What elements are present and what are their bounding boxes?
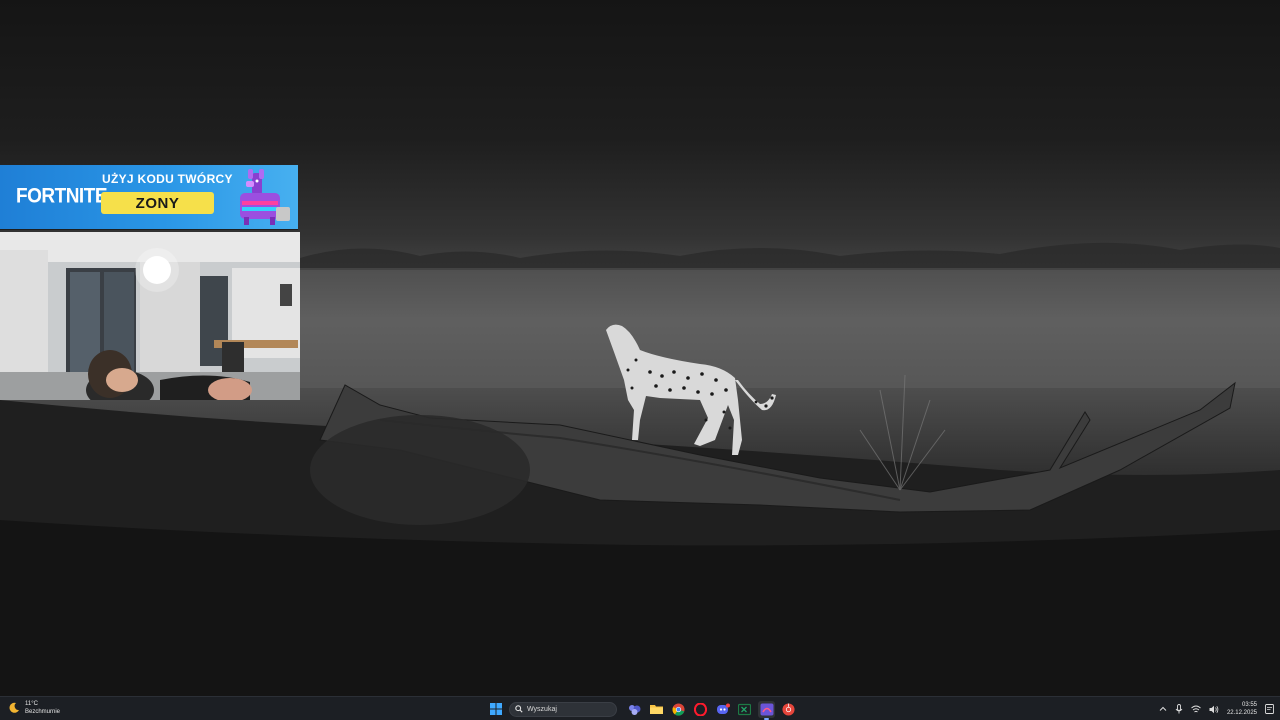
clock-date: 22.12.2025 <box>1226 710 1257 716</box>
taskbar-apps: Wyszukaj <box>487 699 797 720</box>
discord-app[interactable] <box>714 701 731 718</box>
search-placeholder: Wyszukaj <box>527 705 557 713</box>
moon-icon <box>9 702 19 713</box>
teams-app[interactable] <box>626 701 643 718</box>
weather-widget[interactable]: 11°C Bezchmurnie <box>8 700 60 716</box>
weather-temperature: 11°C <box>25 701 38 707</box>
chrome-app[interactable] <box>670 701 687 718</box>
volume-icon[interactable] <box>1209 705 1219 714</box>
search-box[interactable]: Wyszukaj <box>509 701 617 717</box>
desktop-wallpaper: FORTNITE UŻYJ KODU TWÓRCY ZONY <box>0 0 1280 696</box>
clock-time: 03:55 <box>1241 702 1257 708</box>
webcam-image <box>0 232 300 400</box>
discord-icon <box>716 703 730 714</box>
chrome-red-icon <box>782 702 795 716</box>
weather-condition: Bezchmurnie <box>25 709 61 715</box>
start-button[interactable] <box>487 701 504 718</box>
chrome-alt-app[interactable] <box>780 701 797 718</box>
taskbar: 11°C Bezchmurnie Wyszukaj 03:55 22.12.20… <box>0 696 1280 720</box>
chevron-up-icon[interactable] <box>1159 705 1167 713</box>
excel-icon <box>738 703 751 715</box>
system-tray: 03:55 22.12.2025 <box>1159 700 1274 718</box>
stream-app-icon <box>760 703 773 715</box>
llama-icon <box>240 169 290 225</box>
file-explorer-app[interactable] <box>648 701 665 718</box>
creator-code-heading: UŻYJ KODU TWÓRCY <box>102 172 233 186</box>
notification-icon[interactable] <box>1265 704 1274 714</box>
chrome-icon <box>672 702 685 716</box>
windows-logo-icon <box>489 703 502 715</box>
webcam-feed <box>0 232 300 400</box>
stream-app[interactable] <box>758 700 775 720</box>
clock[interactable]: 03:55 22.12.2025 <box>1227 701 1257 717</box>
opera-icon <box>694 702 707 716</box>
network-icon[interactable] <box>1191 705 1201 714</box>
creator-code-value: ZONY <box>101 192 214 214</box>
creator-code-banner: FORTNITE UŻYJ KODU TWÓRCY ZONY <box>0 165 298 229</box>
search-icon <box>515 705 523 713</box>
folder-icon <box>650 705 663 714</box>
excel-app[interactable] <box>736 701 753 718</box>
opera-app[interactable] <box>692 701 709 718</box>
microphone-icon[interactable] <box>1175 704 1183 714</box>
fortnite-logo: FORTNITE <box>16 184 108 208</box>
teams-icon <box>629 704 641 715</box>
